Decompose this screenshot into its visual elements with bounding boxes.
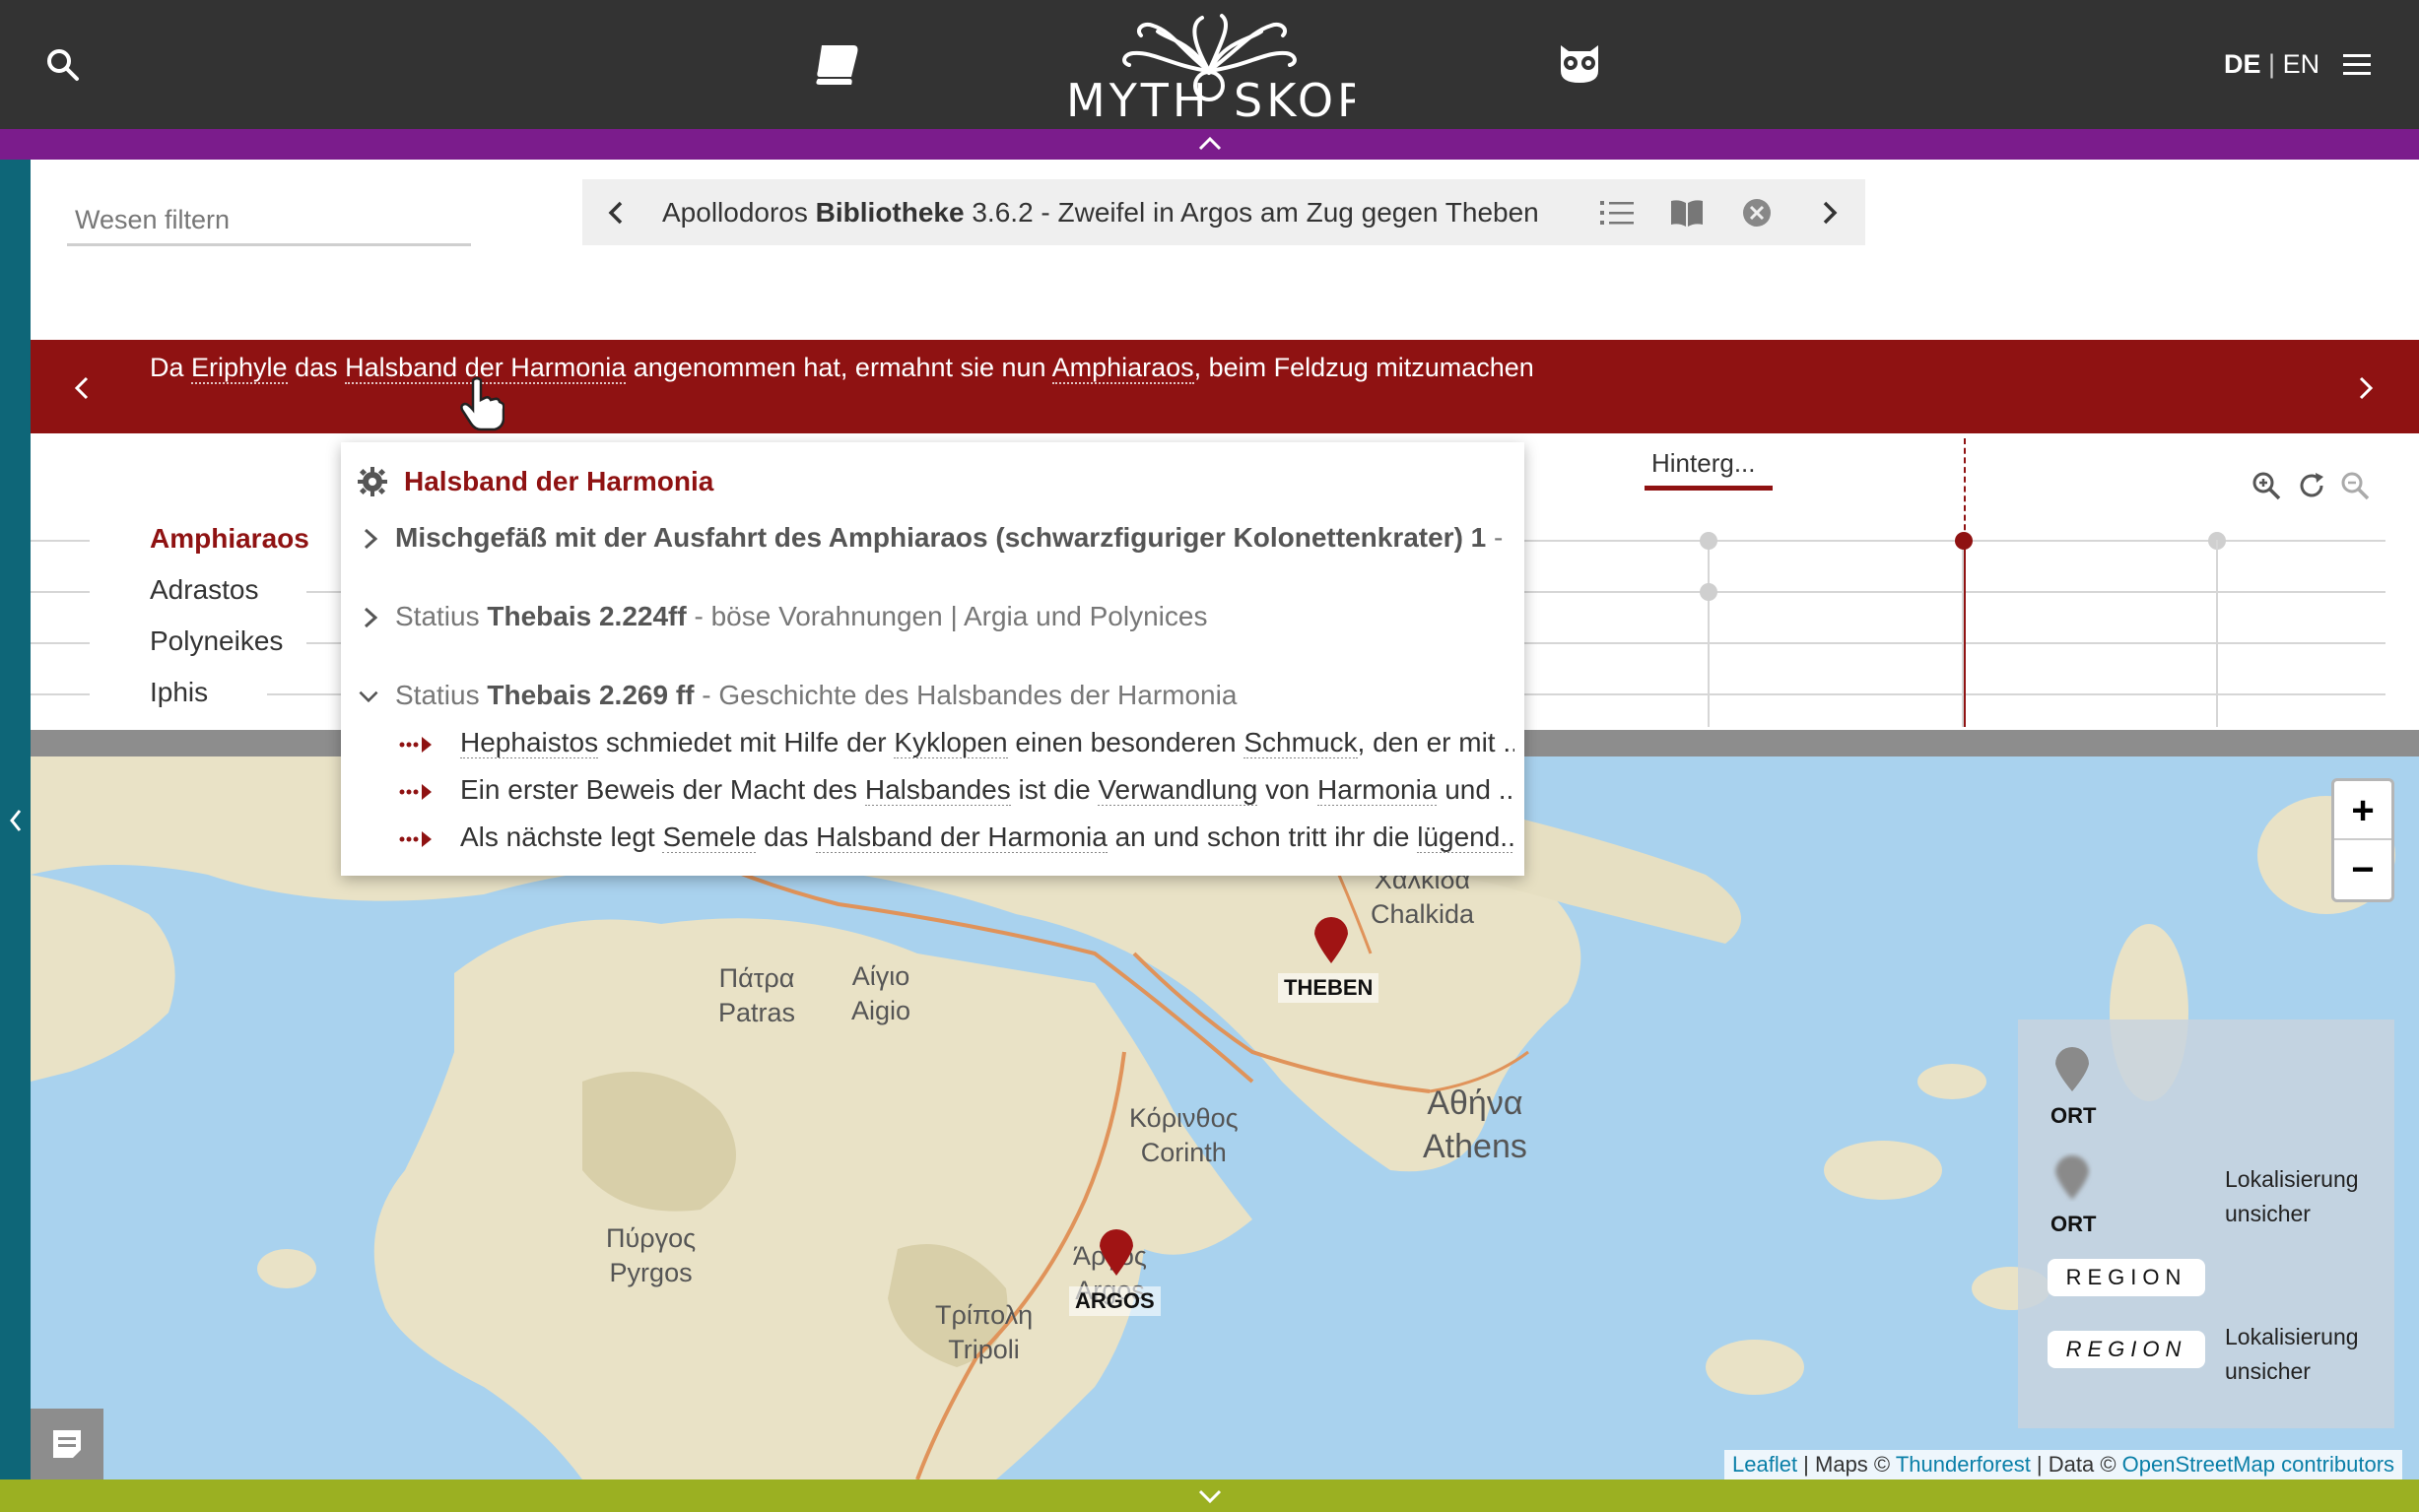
chevron-down-icon[interactable] — [357, 683, 380, 710]
creature-filter-input[interactable] — [67, 197, 471, 246]
map-label-corinth: Κόρινθος Corinth — [1129, 1103, 1239, 1168]
map-label-aigio: Αίγιο Aigio — [851, 961, 911, 1026]
active-tab-indicator — [1645, 486, 1773, 491]
scroll-icon[interactable] — [814, 39, 863, 87]
close-circle-icon[interactable] — [1741, 197, 1773, 229]
map-marker-pin-icon[interactable] — [1310, 914, 1352, 965]
current-event-line — [1964, 540, 1966, 727]
timeline-event-line — [2216, 540, 2218, 727]
svg-text:SKOP: SKOP — [1234, 74, 1355, 122]
legend-unsure-text: Lokalisierung unsicher — [2225, 1166, 2359, 1226]
timeline-event-line — [1708, 540, 1710, 727]
person-polyneikes[interactable]: Polyneikes — [150, 625, 283, 657]
event-arrow-icon — [399, 737, 432, 753]
person-amphiaraos[interactable]: Amphiaraos — [150, 523, 309, 555]
next-source-chevron-icon[interactable] — [1813, 193, 1845, 232]
map-zoom-control: + − — [2331, 778, 2394, 902]
lang-de[interactable]: DE — [2224, 49, 2261, 79]
mythoskop-logo[interactable]: MYTH SKOP — [1064, 12, 1355, 122]
legend-ort: ORT — [2050, 1103, 2097, 1128]
map-marker-argos[interactable]: ARGOS — [1069, 1286, 1161, 1316]
chevron-left-icon[interactable] — [6, 805, 26, 836]
legend-region-unsure: REGION — [2048, 1331, 2205, 1368]
event-text: Da — [150, 353, 192, 382]
zoom-in-icon[interactable] — [2251, 470, 2282, 501]
previous-event-chevron-icon[interactable] — [69, 372, 95, 404]
list-icon[interactable] — [1600, 197, 1634, 229]
map-label-tripoli: Τρίπολη Tripoli — [935, 1300, 1034, 1365]
event-text: , beim Feldzug mitzumachen — [1193, 353, 1534, 382]
chevron-down-icon[interactable] — [1195, 1486, 1225, 1506]
leaflet-link[interactable]: Leaflet — [1732, 1452, 1797, 1477]
popup-source-item[interactable]: Mischgefäß mit der Ausfahrt des Amphiara… — [395, 522, 1509, 554]
legend-ort-unsure: ORT — [2050, 1212, 2097, 1236]
popup-source-item[interactable]: Statius Thebais 2.224ff - böse Vorahnung… — [395, 601, 1207, 632]
entity-popup: Halsband der Harmonia Mischgefäß mit der… — [341, 442, 1524, 876]
map-label-athens: Αθήνα Athens — [1423, 1085, 1527, 1166]
hamburger-menu-icon[interactable] — [2343, 51, 2371, 79]
popup-title[interactable]: Halsband der Harmonia — [404, 466, 713, 497]
search-icon[interactable] — [43, 45, 83, 85]
source-author: Apollodoros — [662, 197, 808, 228]
legend-unsure-text: Lokalisierung unsicher — [2225, 1324, 2359, 1384]
person-adrastos[interactable]: Adrastos — [150, 574, 259, 606]
map-legend: ORT ORT Lokalisierung unsicher REGION RE… — [2018, 1019, 2394, 1428]
lang-separator: | — [2268, 49, 2276, 79]
osm-link[interactable]: OpenStreetMap contributors — [2122, 1452, 2394, 1477]
event-arrow-icon — [399, 831, 432, 847]
popup-event-row[interactable]: Hephaistos schmiedet mit Hilfe der Kyklo… — [460, 727, 1514, 758]
chevron-right-icon[interactable] — [359, 604, 382, 631]
map-marker-pin-icon[interactable] — [1096, 1226, 1137, 1278]
svg-text:MYTH: MYTH — [1066, 74, 1210, 122]
person-iphis[interactable]: Iphis — [150, 677, 208, 708]
hand-pointer-cursor-icon — [460, 376, 504, 431]
popup-event-row[interactable]: Als nächste legt Semele das Halsband der… — [460, 822, 1514, 853]
chevron-right-icon[interactable] — [359, 525, 382, 553]
current-event-dot[interactable] — [1955, 532, 1973, 550]
event-text: angenommen hat, ermahnt sie nun — [626, 353, 1052, 382]
legend-blurred-pin-icon — [2055, 1155, 2089, 1200]
popup-event-row[interactable]: Ein erster Beweis der Macht des Halsband… — [460, 774, 1514, 806]
chevron-up-icon[interactable] — [1195, 134, 1225, 154]
popup-source-item-expanded[interactable]: Statius Thebais 2.269 ff - Geschichte de… — [395, 680, 1237, 711]
thunderforest-link[interactable]: Thunderforest — [1896, 1452, 2031, 1477]
map-label-pyrgos: Πύργος Pyrgos — [606, 1223, 697, 1288]
open-book-icon[interactable] — [1669, 197, 1705, 229]
owl-icon[interactable] — [1555, 37, 1604, 87]
previous-source-chevron-icon[interactable] — [601, 193, 633, 232]
attribution-text: | Maps © — [1797, 1452, 1896, 1477]
map-attribution: Leaflet | Maps © Thunderforest | Data © … — [1724, 1450, 2403, 1479]
timeline-event-dot[interactable] — [1700, 532, 1717, 550]
entity-link-eriphyle[interactable]: Eriphyle — [191, 353, 288, 384]
notes-button[interactable] — [31, 1409, 103, 1479]
tab-hintergrund[interactable]: Hinterg... — [1651, 448, 1756, 479]
attribution-text: | Data © — [2030, 1452, 2122, 1477]
current-event-marker-dashed — [1964, 438, 1966, 540]
map-label-patras: Πάτρα Patras — [718, 963, 796, 1028]
event-text: das — [287, 353, 346, 382]
legend-pin-icon — [2055, 1047, 2089, 1091]
timeline-event-dot[interactable] — [1700, 583, 1717, 601]
entity-link-amphiaraos[interactable]: Amphiaraos — [1051, 353, 1194, 384]
language-switch: DE | EN — [2224, 49, 2319, 80]
event-arrow-icon — [399, 784, 432, 800]
note-icon — [53, 1430, 81, 1458]
map-zoom-in-button[interactable]: + — [2334, 781, 2391, 840]
lang-en[interactable]: EN — [2283, 49, 2320, 79]
map-marker-theben[interactable]: THEBEN — [1278, 973, 1379, 1003]
next-event-chevron-icon[interactable] — [2353, 372, 2379, 404]
zoom-out-icon[interactable] — [2339, 470, 2371, 501]
map-zoom-out-button[interactable]: − — [2334, 840, 2391, 899]
source-passage: 3.6.2 - Zweifel in Argos am Zug gegen Th… — [972, 197, 1539, 228]
gear-icon — [358, 467, 387, 496]
event-description: Da Eriphyle das Halsband der Harmonia an… — [150, 353, 1534, 384]
reset-icon[interactable] — [2296, 470, 2327, 501]
source-work: Bibliotheke — [815, 197, 965, 228]
source-title: Apollodoros Bibliotheke 3.6.2 - Zweifel … — [662, 197, 1539, 229]
legend-region: REGION — [2048, 1259, 2205, 1296]
